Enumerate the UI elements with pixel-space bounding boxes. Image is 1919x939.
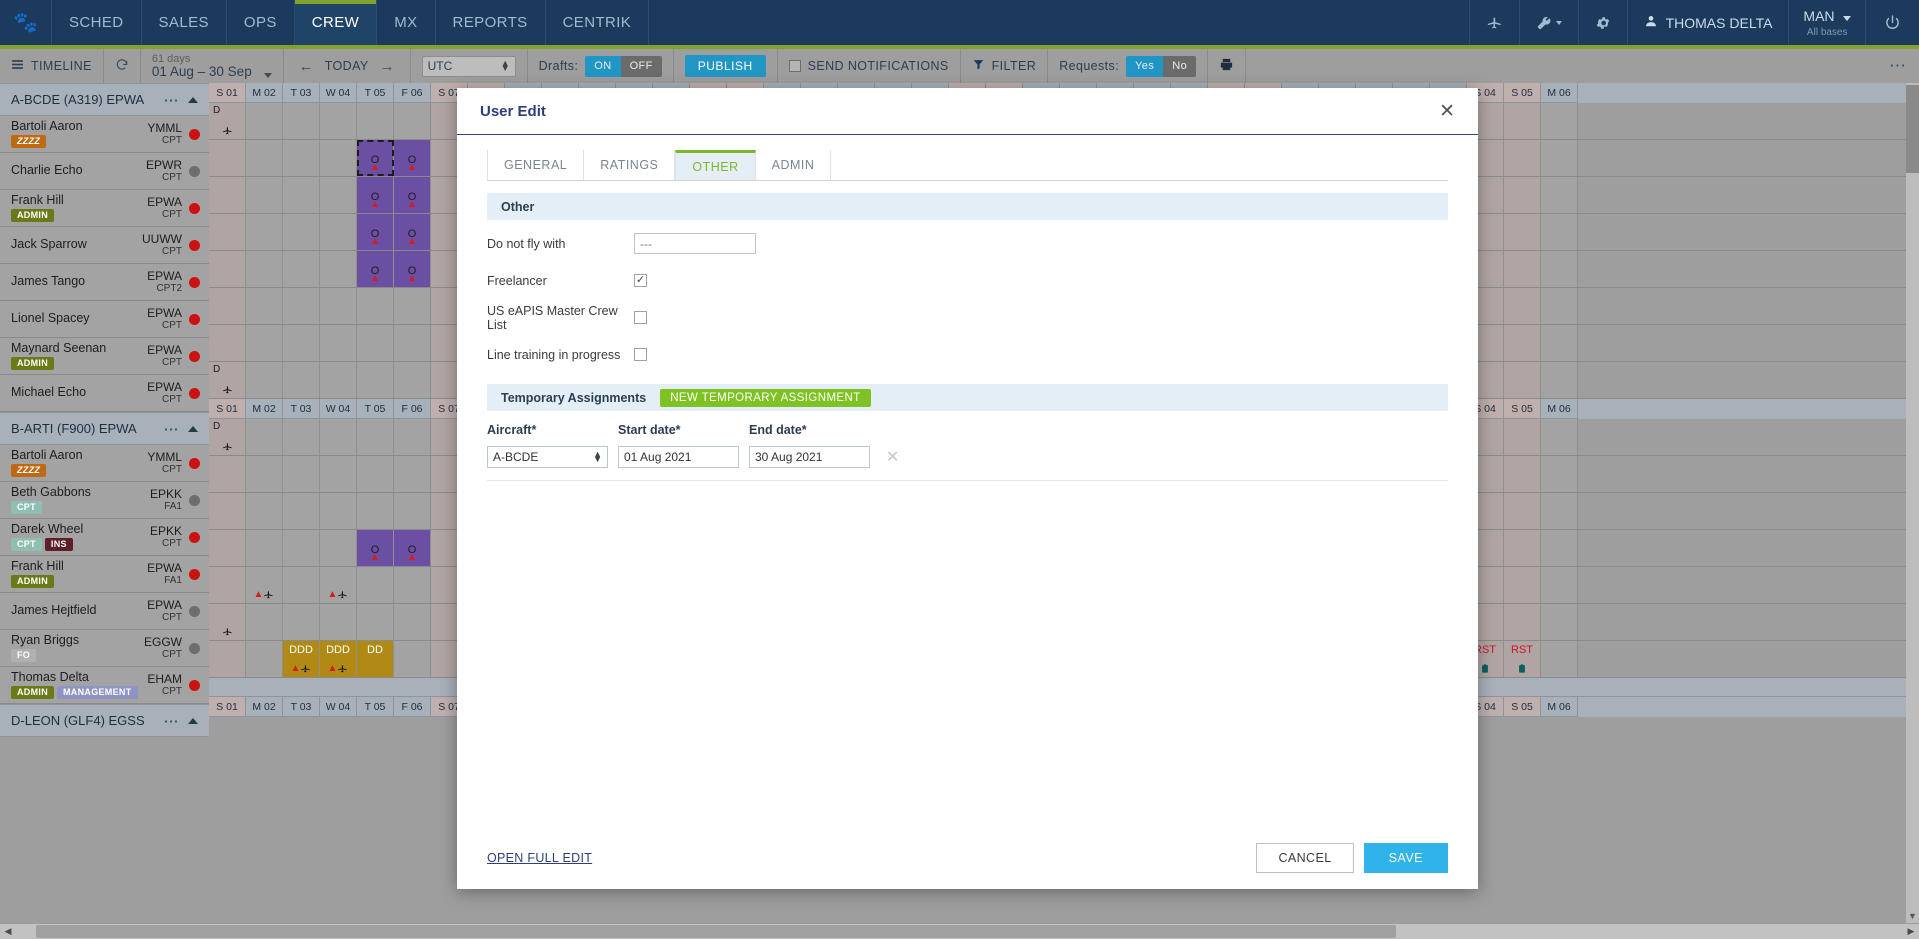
remove-x-icon[interactable]: ✕ (880, 447, 905, 467)
checkbox-us-eapis-master-crew-list[interactable] (634, 311, 647, 324)
temporary-assignments-columns: Aircraft* Start date* End date* (487, 423, 1448, 437)
field-label: Do not fly with (487, 237, 634, 251)
field-label: Freelancer (487, 274, 634, 288)
field-label: US eAPIS Master Crew List (487, 304, 634, 332)
temporary-assignment-row: A-BCDE ▲▼ 01 Aug 2021 30 Aug 2021 ✕ (487, 446, 1448, 481)
column-header-start-date: Start date* (618, 423, 749, 437)
user-edit-dialog: User Edit ✕ GENERALRATINGSOTHERADMIN Oth… (457, 88, 1478, 889)
modal-overlay: User Edit ✕ GENERALRATINGSOTHERADMIN Oth… (0, 0, 1919, 939)
dialog-tabs: GENERALRATINGSOTHERADMIN (487, 150, 1448, 181)
spinner-arrows-icon: ▲▼ (593, 452, 602, 462)
dialog-body: GENERALRATINGSOTHERADMIN Other Do not fl… (457, 135, 1478, 827)
column-header-aircraft: Aircraft* (487, 423, 618, 437)
end-date-input[interactable]: 30 Aug 2021 (749, 446, 870, 468)
save-button[interactable]: SAVE (1364, 843, 1448, 873)
dialog-header: User Edit ✕ (457, 88, 1478, 135)
field-row: US eAPIS Master Crew List (487, 304, 1448, 331)
column-header-end-date: End date* (749, 423, 880, 437)
tab-ratings[interactable]: RATINGS (584, 150, 675, 180)
start-date-value: 01 Aug 2021 (624, 450, 691, 464)
aircraft-select[interactable]: A-BCDE ▲▼ (487, 446, 608, 468)
tab-general[interactable]: GENERAL (487, 150, 584, 180)
tab-other[interactable]: OTHER (675, 150, 755, 180)
checkbox-freelancer[interactable]: ✓ (634, 274, 647, 287)
tab-admin[interactable]: ADMIN (756, 150, 832, 180)
other-section-header: Other (487, 193, 1448, 220)
start-date-input[interactable]: 01 Aug 2021 (618, 446, 739, 468)
do-not-fly-with-input[interactable]: --- (634, 233, 756, 254)
field-label: Line training in progress (487, 348, 634, 362)
temporary-assignments-title: Temporary Assignments (501, 391, 646, 405)
cancel-button[interactable]: CANCEL (1256, 843, 1353, 873)
field-row: Freelancer✓ (487, 267, 1448, 294)
dialog-title: User Edit (480, 103, 1439, 120)
aircraft-select-value: A-BCDE (493, 450, 538, 464)
checkbox-line-training-in-progress[interactable] (634, 348, 647, 361)
temporary-assignments-header: Temporary Assignments NEW TEMPORARY ASSI… (487, 384, 1448, 411)
close-x-icon[interactable]: ✕ (1439, 102, 1455, 121)
open-full-edit-link[interactable]: OPEN FULL EDIT (487, 851, 1246, 865)
new-temporary-assignment-button[interactable]: NEW TEMPORARY ASSIGNMENT (660, 389, 870, 407)
field-row: Do not fly with --- (487, 230, 1448, 257)
field-value: --- (640, 237, 652, 251)
other-section-title: Other (501, 200, 534, 214)
end-date-value: 30 Aug 2021 (755, 450, 822, 464)
field-row: Line training in progress (487, 341, 1448, 368)
dialog-footer: OPEN FULL EDIT CANCEL SAVE (457, 827, 1478, 889)
other-form-fields: Do not fly with --- Freelancer✓ US eAPIS Ma… (487, 230, 1448, 368)
